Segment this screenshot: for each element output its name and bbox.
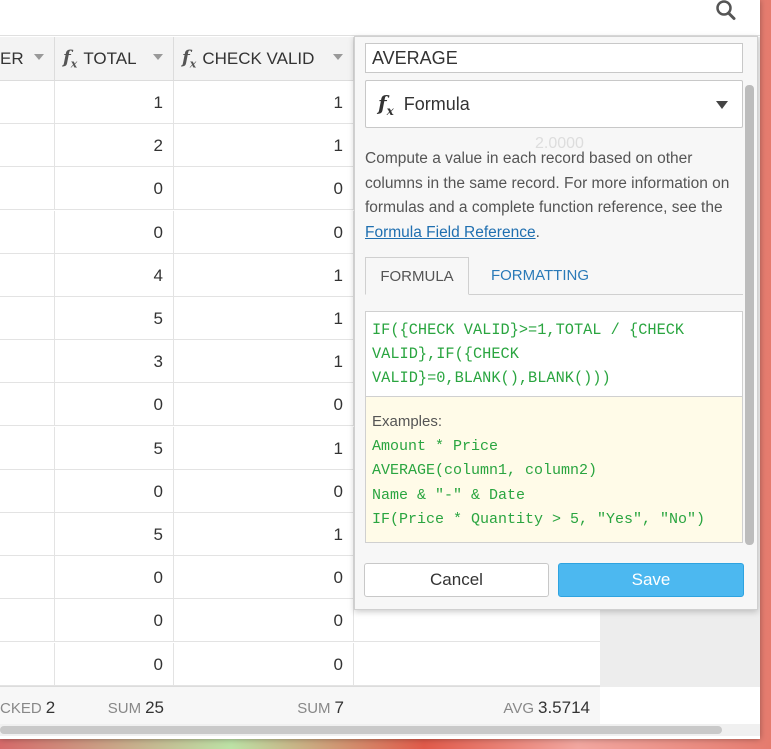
- table-cell-total[interactable]: 5: [55, 297, 174, 340]
- table-cell-total[interactable]: 1: [55, 81, 174, 124]
- table-cell-check-valid[interactable]: 0: [174, 642, 354, 686]
- table-cell-check-valid[interactable]: 1: [174, 81, 354, 124]
- table-cell-er[interactable]: [0, 469, 55, 513]
- footer-summary-average[interactable]: AVG 3.5714: [354, 687, 600, 729]
- footer-summary-value: 25: [145, 698, 164, 717]
- footer-summary-label: CKED: [0, 700, 42, 717]
- table-cell-er[interactable]: [0, 383, 55, 427]
- examples-title: Examples:: [372, 413, 443, 430]
- table-row[interactable]: 00: [0, 642, 600, 686]
- description-end: .: [535, 223, 540, 241]
- app-window: ER fx TOTAL fx CHECK VALID 1121000041513…: [0, 0, 760, 739]
- table-cell-er[interactable]: [0, 426, 55, 470]
- footer-summary-value: 3.5714: [538, 698, 590, 717]
- chevron-down-icon[interactable]: [333, 54, 343, 60]
- formula-icon: fx: [63, 47, 78, 71]
- chevron-down-icon[interactable]: [153, 54, 163, 60]
- table-cell-check-valid[interactable]: 1: [174, 340, 354, 384]
- column-header-label: CHECK VALID: [202, 49, 315, 68]
- table-cell-total[interactable]: 0: [55, 556, 174, 600]
- column-header-total[interactable]: fx TOTAL: [55, 37, 174, 81]
- field-type-label: Formula: [403, 93, 470, 114]
- chevron-down-icon: [716, 101, 728, 109]
- field-type-description: Compute a value in each record based on …: [365, 147, 743, 245]
- table-cell-total[interactable]: 0: [55, 167, 174, 211]
- table-cell-total[interactable]: 0: [55, 642, 174, 686]
- tab-formula[interactable]: FORMULA: [365, 257, 469, 295]
- formula-editor[interactable]: IF({CHECK VALID}>=1,TOTAL / {CHECK VALID…: [365, 311, 743, 397]
- footer-summary-first[interactable]: CKED 2: [0, 687, 55, 729]
- table-cell-total[interactable]: 0: [55, 599, 174, 643]
- field-name-input[interactable]: [365, 43, 743, 73]
- field-type-select[interactable]: fx Formula: [365, 80, 743, 128]
- search-icon[interactable]: [715, 0, 737, 22]
- footer-summary-value: 7: [334, 698, 344, 717]
- column-header-er[interactable]: ER: [0, 37, 55, 81]
- table-cell-total[interactable]: 4: [55, 253, 174, 297]
- footer-summary-total[interactable]: SUM 25: [55, 687, 174, 729]
- formula-examples: Examples: Amount * Price AVERAGE(column1…: [365, 397, 743, 543]
- grid-footer-row: CKED 2 SUM 25 SUM 7 AVG 3.5714: [0, 686, 600, 728]
- footer-summary-value: 2: [45, 698, 56, 717]
- table-cell-er[interactable]: [0, 556, 55, 600]
- panel-tabs: FORMULA FORMATTING: [365, 257, 743, 295]
- table-cell-total[interactable]: 2: [55, 124, 174, 168]
- example-line: Amount * Price: [372, 438, 499, 455]
- table-cell-er[interactable]: [0, 167, 55, 211]
- table-cell-check-valid[interactable]: 0: [174, 383, 354, 427]
- description-text: Compute a value in each record based on …: [365, 150, 730, 216]
- example-line: IF(Price * Quantity > 5, "Yes", "No"): [372, 510, 706, 528]
- table-cell-er[interactable]: [0, 297, 55, 340]
- field-config-panel: fx Formula 2.0000 Compute a value in eac…: [354, 36, 758, 610]
- column-header-label: TOTAL: [83, 49, 137, 68]
- footer-summary-check-valid[interactable]: SUM 7: [174, 687, 354, 729]
- formula-reference-link[interactable]: Formula Field Reference: [365, 224, 536, 241]
- table-cell-er[interactable]: [0, 340, 55, 384]
- horizontal-scrollbar[interactable]: [0, 724, 760, 736]
- table-cell-check-valid[interactable]: 1: [174, 513, 354, 556]
- table-cell-er[interactable]: [0, 253, 55, 297]
- column-header-check-valid[interactable]: fx CHECK VALID: [174, 37, 354, 81]
- horizontal-scrollbar-thumb[interactable]: [0, 726, 722, 734]
- footer-summary-label: AVG: [503, 700, 534, 717]
- table-cell-total[interactable]: 0: [55, 210, 174, 254]
- table-cell-check-valid[interactable]: 0: [174, 599, 354, 643]
- table-cell-check-valid[interactable]: 1: [174, 253, 354, 297]
- table-cell-total[interactable]: 3: [55, 340, 174, 384]
- table-cell-er[interactable]: [0, 642, 55, 686]
- table-cell-er[interactable]: [0, 124, 55, 168]
- table-cell-total[interactable]: 0: [55, 383, 174, 427]
- table-cell-total[interactable]: 0: [55, 469, 174, 513]
- column-header-label: ER: [0, 49, 24, 68]
- table-cell-check-valid[interactable]: 0: [174, 210, 354, 254]
- table-cell-total[interactable]: 5: [55, 513, 174, 556]
- table-cell-check-valid[interactable]: 1: [174, 426, 354, 470]
- table-cell-er[interactable]: [0, 210, 55, 254]
- footer-summary-label: SUM: [297, 700, 331, 717]
- panel-vertical-scrollbar[interactable]: [745, 85, 754, 545]
- formula-icon: fx: [182, 47, 197, 71]
- table-cell-check-valid[interactable]: 0: [174, 469, 354, 513]
- table-cell-check-valid[interactable]: 0: [174, 556, 354, 600]
- example-line: AVERAGE(column1, column2): [372, 462, 598, 480]
- formula-icon: fx: [378, 90, 394, 118]
- save-button[interactable]: Save: [558, 563, 744, 597]
- table-cell-total[interactable]: 5: [55, 426, 174, 470]
- example-line: Name & "-" & Date: [372, 486, 526, 504]
- table-cell-check-valid[interactable]: 1: [174, 124, 354, 168]
- tab-formatting[interactable]: FORMATTING: [475, 257, 605, 295]
- chevron-down-icon[interactable]: [34, 54, 44, 60]
- table-cell-er[interactable]: [0, 81, 55, 124]
- table-cell-check-valid[interactable]: 1: [174, 297, 354, 340]
- table-cell-er[interactable]: [0, 513, 55, 556]
- cancel-button[interactable]: Cancel: [364, 563, 549, 597]
- top-bar: [0, 0, 760, 36]
- footer-summary-label: SUM: [107, 700, 142, 717]
- table-cell-check-valid[interactable]: 0: [174, 167, 354, 211]
- table-cell-er[interactable]: [0, 599, 55, 643]
